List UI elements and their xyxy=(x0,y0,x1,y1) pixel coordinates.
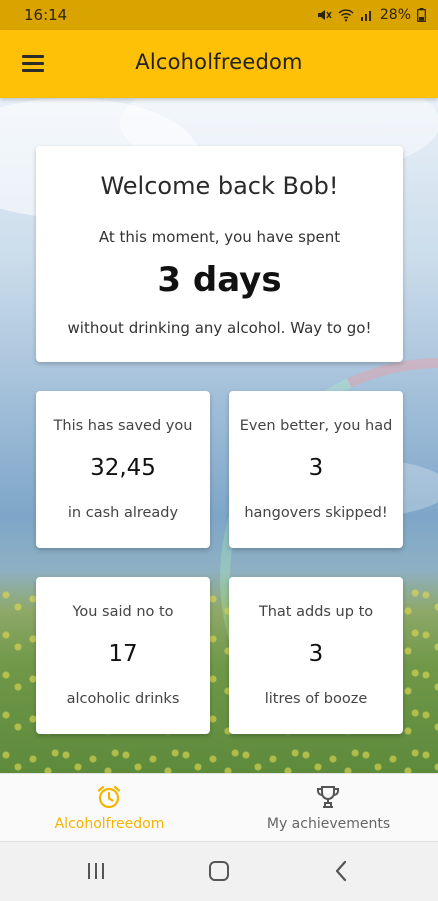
signal-icon xyxy=(360,11,371,21)
stat-value: 17 xyxy=(108,641,138,667)
welcome-card: Welcome back Bob! At this moment, you ha… xyxy=(36,146,403,362)
status-time: 16:14 xyxy=(24,6,68,24)
nav-tab-alcoholfreedom[interactable]: Alcoholfreedom xyxy=(0,774,219,842)
nav-tab-my-achievements[interactable]: My achievements xyxy=(219,774,438,842)
days-counter: 3 days xyxy=(157,260,282,300)
bottom-navigation: Alcoholfreedom My achievements xyxy=(0,773,438,842)
nav-label: My achievements xyxy=(266,816,391,832)
welcome-title: Welcome back Bob! xyxy=(100,172,339,200)
welcome-footer: without drinking any alcohol. Way to go! xyxy=(67,319,372,337)
stat-label-bottom: in cash already xyxy=(67,505,179,521)
home-icon[interactable] xyxy=(199,856,239,886)
stat-value: 32,45 xyxy=(90,455,156,481)
stat-label-top: You said no to xyxy=(72,604,174,620)
trophy-icon xyxy=(317,786,339,808)
app-bar: Alcoholfreedom xyxy=(0,30,438,98)
stat-label-top: That adds up to xyxy=(258,604,374,620)
stat-label-bottom: litres of booze xyxy=(264,691,368,707)
back-icon[interactable] xyxy=(322,856,362,886)
recent-apps-icon[interactable] xyxy=(76,856,116,886)
battery-percent: 28% xyxy=(379,7,411,23)
welcome-subtitle: At this moment, you have spent xyxy=(98,228,341,246)
hangovers-skipped-card: Even better, you had 3 hangovers skipped… xyxy=(229,391,403,548)
stat-label-top: Even better, you had xyxy=(239,418,393,434)
wifi-icon xyxy=(338,9,354,22)
stat-value: 3 xyxy=(308,641,324,667)
money-saved-card: This has saved you 32,45 in cash already xyxy=(36,391,210,548)
stat-label-top: This has saved you xyxy=(53,418,193,434)
system-navigation-bar xyxy=(0,841,438,901)
litres-avoided-card: That adds up to 3 litres of booze xyxy=(229,577,403,734)
battery-icon xyxy=(417,8,426,22)
mute-icon xyxy=(317,10,332,20)
stat-value: 3 xyxy=(308,455,324,481)
stat-label-bottom: alcoholic drinks xyxy=(66,691,180,707)
status-icons: 28% xyxy=(316,7,426,23)
stat-label-bottom: hangovers skipped! xyxy=(244,505,388,521)
status-bar: 16:14 28% xyxy=(0,0,438,30)
alarm-clock-icon xyxy=(97,785,121,809)
app-title: Alcoholfreedom xyxy=(135,50,303,74)
drinks-refused-card: You said no to 17 alcoholic drinks xyxy=(36,577,210,734)
nav-label: Alcoholfreedom xyxy=(54,816,165,832)
